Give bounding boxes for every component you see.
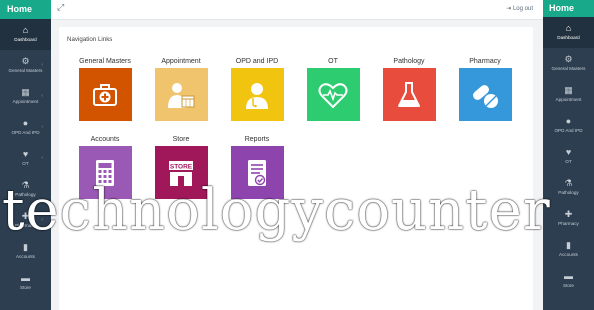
right-sidebar-item[interactable]: ▮ Accounts — [543, 234, 594, 265]
tile-label: OPD and IPD — [235, 58, 279, 65]
home-icon: ⌂ — [565, 23, 572, 33]
flask-icon: ⚗ — [564, 178, 573, 188]
right-sidebar-label: OPD And IPD — [554, 128, 583, 133]
right-sidebar-label: Pharmacy — [558, 221, 579, 226]
sidebar-brand[interactable]: Home — [0, 0, 51, 19]
right-sidebar-label: General Masters — [551, 66, 586, 71]
tile-accounts[interactable]: Accounts — [72, 135, 138, 199]
calculator-icon[interactable] — [78, 146, 132, 199]
expand-icon[interactable]: ⤢ — [57, 2, 64, 13]
sidebar-item-appointment[interactable]: ▦ Appointment ‹ — [0, 81, 51, 112]
sidebar-item-store[interactable]: ▬ Store — [0, 267, 51, 298]
chevron-left-icon: ‹ — [41, 124, 43, 130]
right-sidebar-item[interactable]: ● OPD And IPD — [543, 110, 594, 141]
tile-reports[interactable]: Reports — [224, 135, 290, 199]
store-sign-text: STORE — [170, 163, 193, 170]
chevron-left-icon: ‹ — [41, 93, 43, 99]
sidebar-item-label: Store — [20, 285, 31, 290]
sidebar-item-label: OPD And IPD — [11, 130, 40, 135]
right-sidebar-brand[interactable]: Home — [543, 0, 594, 17]
tile-label: OT — [328, 58, 338, 65]
flask-icon[interactable] — [382, 68, 436, 121]
tile-label: Accounts — [90, 136, 120, 143]
heart-icon: ♥ — [565, 147, 572, 157]
sidebar-item-label: General Masters — [8, 68, 43, 73]
heart-icon: ♥ — [22, 149, 29, 159]
tile-label: Store — [172, 136, 190, 143]
right-sidebar: Home ⌂ Dashboard ⚙ General Masters ▦ Appoin… — [543, 0, 594, 310]
bar-chart-icon: ▮ — [23, 242, 28, 252]
sidebar-item-pathology[interactable]: ⚗ Pathology — [0, 174, 51, 205]
right-sidebar-label: Store — [563, 283, 574, 288]
sidebar-item-label: OT — [22, 161, 29, 166]
doctor-calendar-icon[interactable] — [154, 68, 208, 121]
sidebar: Home ⌂ Dashboard ⚙ General Masters ‹ ▦ A… — [0, 0, 51, 310]
tile-pathology[interactable]: Pathology — [376, 57, 442, 121]
tile-label: Reports — [244, 136, 270, 143]
home-icon: ⌂ — [22, 25, 29, 35]
chevron-left-icon: ‹ — [41, 155, 43, 161]
right-sidebar-label: OT — [565, 159, 572, 164]
right-sidebar-label: Pathology — [558, 190, 579, 195]
sidebar-item-label: Pathology — [15, 192, 36, 197]
right-sidebar-item[interactable]: ♥ OT — [543, 141, 594, 172]
flask-icon: ⚗ — [21, 180, 30, 190]
navigation-panel: Navigation Links General Masters Appoint… — [59, 27, 533, 310]
topbar: ⤢ ⇥ Log out — [51, 0, 543, 20]
tile-label: Pharmacy — [469, 58, 501, 65]
tile-label: Pathology — [393, 58, 425, 65]
chevron-left-icon: ‹ — [41, 62, 43, 68]
sidebar-item-label: Dashboard — [14, 37, 37, 42]
pill-icon: ✚ — [564, 209, 573, 219]
report-icon[interactable] — [230, 146, 284, 199]
tile-store[interactable]: Store STORE — [148, 135, 214, 199]
calendar-icon: ▦ — [564, 85, 573, 95]
user-icon: ● — [22, 118, 29, 128]
heartbeat-icon[interactable] — [306, 68, 360, 121]
tile-label: Appointment — [161, 58, 201, 65]
sidebar-item-label: Pharmacy — [15, 223, 36, 228]
logout-label: Log out — [512, 6, 533, 12]
logout-link[interactable]: ⇥ Log out — [506, 5, 533, 12]
right-sidebar-item[interactable]: ▬ Store — [543, 265, 594, 296]
right-sidebar-label: Dashboard — [557, 35, 580, 40]
pill-icon: ✚ — [21, 211, 30, 221]
doctor-icon[interactable] — [230, 68, 284, 121]
right-sidebar-item[interactable]: ⚙ General Masters — [543, 48, 594, 79]
sidebar-item-label: Appointment — [12, 99, 39, 104]
sidebar-item-ot[interactable]: ♥ OT ‹ — [0, 143, 51, 174]
right-sidebar-label: Accounts — [559, 252, 578, 257]
sidebar-item-general-masters[interactable]: ⚙ General Masters ‹ — [0, 50, 51, 81]
tile-label: General Masters — [79, 58, 131, 65]
store-icon[interactable]: STORE — [154, 146, 208, 199]
tile-opd-ipd[interactable]: OPD and IPD — [224, 57, 290, 121]
sidebar-item-dashboard[interactable]: ⌂ Dashboard — [0, 19, 51, 50]
pills-icon[interactable] — [458, 68, 512, 121]
bar-chart-icon: ▮ — [566, 240, 571, 250]
tile-ot[interactable]: OT — [300, 57, 366, 121]
sidebar-item-label: Accounts — [16, 254, 35, 259]
right-sidebar-item[interactable]: ⌂ Dashboard — [543, 17, 594, 48]
gear-icon: ⚙ — [21, 56, 30, 66]
sidebar-item-accounts[interactable]: ▮ Accounts — [0, 236, 51, 267]
right-sidebar-item[interactable]: ▦ Appointment — [543, 79, 594, 110]
sidebar-item-opd-ipd[interactable]: ● OPD And IPD ‹ — [0, 112, 51, 143]
tile-appointment[interactable]: Appointment — [148, 57, 214, 121]
tile-pharmacy[interactable]: Pharmacy — [452, 57, 518, 121]
first-aid-kit-icon[interactable] — [78, 68, 132, 121]
right-sidebar-item[interactable]: ⚗ Pathology — [543, 172, 594, 203]
briefcase-icon: ▬ — [21, 273, 30, 283]
tile-general-masters[interactable]: General Masters — [72, 57, 138, 121]
sidebar-item-pharmacy[interactable]: ✚ Pharmacy ‹ — [0, 205, 51, 236]
right-sidebar-label: Appointment — [555, 97, 582, 102]
panel-title: Navigation Links — [67, 36, 113, 43]
calendar-icon: ▦ — [21, 87, 30, 97]
user-icon: ● — [565, 116, 572, 126]
gear-icon: ⚙ — [564, 54, 573, 64]
chevron-left-icon: ‹ — [41, 217, 43, 223]
briefcase-icon: ▬ — [564, 271, 573, 281]
right-sidebar-item[interactable]: ✚ Pharmacy — [543, 203, 594, 234]
logout-icon: ⇥ — [506, 6, 513, 12]
